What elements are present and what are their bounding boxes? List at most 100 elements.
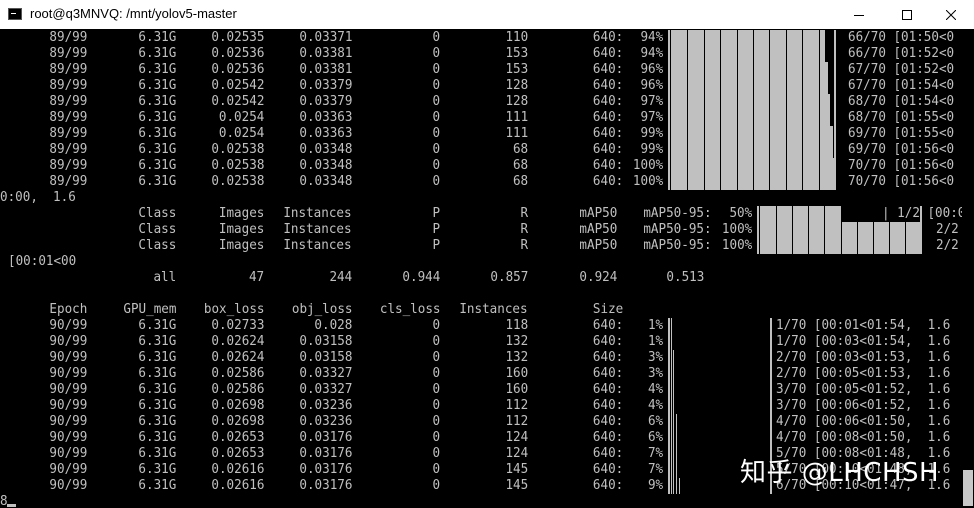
progress-bar-cell-separator — [769, 126, 770, 142]
cell-size: 640: — [592, 414, 623, 429]
terminal-app-icon[interactable] — [8, 8, 22, 20]
progress-bar-fill — [671, 94, 830, 110]
progress-bar-cell-separator — [687, 174, 688, 190]
cell-epoch: 90/99 — [49, 318, 87, 333]
close-button[interactable] — [928, 0, 974, 29]
cell-gpu-mem: 6.31G — [138, 174, 176, 189]
progress-bar-left-edge — [668, 126, 670, 142]
vertical-scrollbar[interactable] — [962, 29, 974, 508]
cell-instances: 160 — [505, 382, 528, 397]
train-progress-bar — [668, 414, 772, 430]
cell-class: Class — [138, 206, 176, 221]
progress-bar-cell-separator — [769, 94, 770, 110]
progress-bar-cell-separator — [704, 110, 705, 126]
cell-gpu-mem: 6.31G — [138, 382, 176, 397]
progress-bar-left-edge — [668, 62, 670, 78]
progress-bar-cell-separator — [672, 414, 673, 430]
progress-bar-cell-separator — [675, 446, 676, 462]
cell-pct: 94% — [640, 46, 663, 61]
cell-size: 640: — [592, 126, 623, 141]
cell-p: P — [432, 222, 440, 237]
terminal-output[interactable]: 89/99 6.31G 0.02535 0.03371 0 110 640: 94% 66/70… — [0, 29, 962, 508]
progress-bar-cell-separator — [802, 62, 803, 78]
scrollbar-thumb[interactable] — [963, 470, 973, 506]
maximize-button[interactable] — [884, 0, 930, 29]
progress-status-text: 67/70 [01:54<0 — [848, 78, 955, 93]
train-progress-bar — [668, 78, 836, 94]
cell-instances: 124 — [505, 446, 528, 461]
progress-bar-cell-separator — [720, 174, 721, 190]
cell-cls-loss: 0 — [432, 318, 440, 333]
progress-bar-cell-separator — [769, 142, 770, 158]
progress-status-text: 66/70 [01:50<0 — [848, 30, 955, 45]
cell-pct: 3% — [647, 366, 663, 381]
cell-gpu-mem: 6.31G — [138, 126, 176, 141]
cell-map50-95: mAP50-95: — [643, 222, 712, 237]
train-progress-bar — [668, 398, 772, 414]
cell-box-loss: 0.02538 — [210, 158, 264, 173]
progress-bar-cell-separator — [672, 398, 673, 414]
progress-bar-cell-separator — [819, 94, 820, 110]
cell-gpu-mem: 6.31G — [138, 78, 176, 93]
progress-bar-cell-separator — [786, 62, 787, 78]
progress-bar-cell-separator — [889, 222, 890, 238]
cell-p: P — [432, 238, 440, 253]
cell-size: 640: — [592, 30, 623, 45]
cell-instances: 68 — [512, 174, 528, 189]
progress-bar-left-edge — [757, 238, 759, 254]
cell-size: 640: — [592, 62, 623, 77]
cell-r: R — [520, 206, 528, 221]
wrapped-fragment-text: 0:00, 1.6 — [0, 190, 76, 205]
train-progress-bar — [668, 158, 836, 174]
progress-bar-cell-separator — [792, 206, 793, 222]
cell-size: 640: — [592, 478, 623, 493]
progress-bar-fill — [760, 206, 841, 222]
progress-bar-cell-separator — [905, 238, 906, 254]
progress-bar-right-edge — [834, 94, 836, 110]
progress-bar-cell-separator — [786, 94, 787, 110]
minimize-button[interactable] — [836, 0, 882, 29]
summary-r: 0.857 — [490, 270, 528, 285]
cell-images: Images — [218, 222, 264, 237]
progress-status-text: 2/70 [00:03<01:53, 1.6 — [776, 350, 951, 365]
cell-box-loss: 0.0254 — [218, 126, 264, 141]
progress-bar-cell-separator — [687, 126, 688, 142]
progress-bar-right-edge — [920, 238, 922, 254]
progress-bar-cell-separator — [704, 46, 705, 62]
progress-bar-right-edge — [770, 350, 772, 366]
cell-size: 640: — [592, 430, 623, 445]
cell-box-loss: 0.02624 — [210, 334, 264, 349]
progress-bar-cell-separator — [769, 110, 770, 126]
cell-obj-loss: 0.03176 — [298, 430, 352, 445]
progress-bar-cell-separator — [678, 478, 679, 494]
progress-bar-cell-separator — [819, 158, 820, 174]
progress-bar-cell-separator — [675, 414, 676, 430]
progress-bar-left-edge — [668, 430, 670, 446]
progress-bar-cell-separator — [769, 62, 770, 78]
progress-bar-cell-separator — [720, 46, 721, 62]
cell-size: 640: — [592, 110, 623, 125]
cell-obj-loss: 0.028 — [314, 318, 352, 333]
progress-bar-cell-separator — [737, 30, 738, 46]
cell-cls-loss: 0 — [432, 78, 440, 93]
progress-bar-left-edge — [668, 414, 670, 430]
cell-obj-loss: 0.03327 — [298, 382, 352, 397]
progress-bar-cell-separator — [802, 94, 803, 110]
cell-epoch: 90/99 — [49, 334, 87, 349]
cell-instances: 145 — [505, 462, 528, 477]
progress-bar-cell-separator — [819, 110, 820, 126]
header-cls-loss: cls_loss — [379, 302, 440, 317]
progress-bar-cell-separator — [672, 430, 673, 446]
text-cursor — [7, 504, 16, 507]
train-progress-row: 89/99 6.31G 0.02538 0.03348 0 68 640: 99% 69/70 … — [0, 142, 962, 158]
title-bar[interactable]: root@q3MNVQ: /mnt/yolov5-master — [0, 0, 974, 29]
cell-gpu-mem: 6.31G — [138, 46, 176, 61]
progress-bar-cell-separator — [737, 46, 738, 62]
progress-status-text: 4/70 [00:08<01:50, 1.6 — [776, 430, 951, 445]
progress-bar-fill — [671, 334, 672, 350]
progress-bar-cell-separator — [677, 446, 678, 462]
cell-size: 640: — [592, 174, 623, 189]
progress-bar-right-edge — [834, 174, 836, 190]
progress-bar-cell-separator — [672, 350, 673, 366]
cell-epoch: 90/99 — [49, 350, 87, 365]
